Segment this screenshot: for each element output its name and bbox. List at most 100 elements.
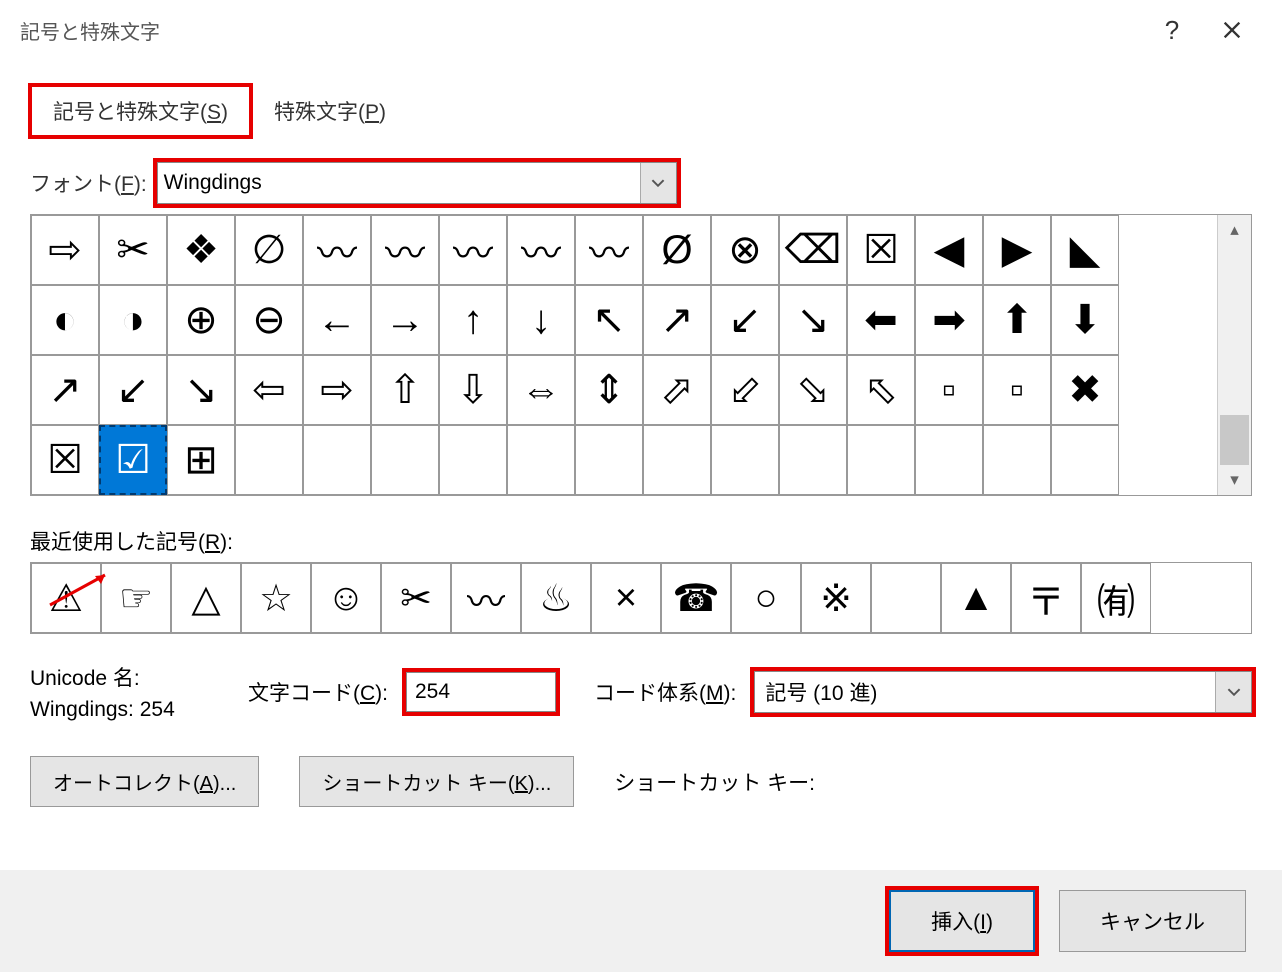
scroll-thumb[interactable]	[1220, 415, 1249, 465]
recent-symbol-cell[interactable]: 〰	[451, 563, 521, 633]
symbol-cell[interactable]: ▶	[983, 215, 1051, 285]
symbol-cell[interactable]: 〰	[507, 215, 575, 285]
symbol-cell[interactable]: 〰	[575, 215, 643, 285]
symbol-cell[interactable]: ⬂	[779, 355, 847, 425]
symbol-cell[interactable]: ◑	[99, 285, 167, 355]
symbol-cell[interactable]: ←	[303, 285, 371, 355]
symbol-cell[interactable]	[711, 425, 779, 495]
codesys-select[interactable]: 記号 (10 進)	[754, 671, 1252, 713]
symbol-cell[interactable]: ▫	[983, 355, 1051, 425]
symbol-cell[interactable]: ∅	[235, 215, 303, 285]
symbol-cell[interactable]: ⬀	[643, 355, 711, 425]
symbol-cell[interactable]: ↘	[779, 285, 847, 355]
symbol-cell[interactable]: ↖	[575, 285, 643, 355]
symbol-cell[interactable]: ◐	[31, 285, 99, 355]
symbol-cell[interactable]: ⇧	[371, 355, 439, 425]
symbol-cell[interactable]	[235, 425, 303, 495]
scroll-down-icon[interactable]: ▾	[1218, 465, 1251, 495]
symbol-cell[interactable]	[371, 425, 439, 495]
symbol-cell[interactable]: 〰	[303, 215, 371, 285]
recent-symbol-cell[interactable]	[871, 563, 941, 633]
tabs: 記号と特殊文字(S) 特殊文字(P)	[30, 85, 1252, 137]
recent-symbol-cell[interactable]: ☎	[661, 563, 731, 633]
tab-special-chars[interactable]: 特殊文字(P)	[251, 85, 409, 137]
symbol-cell[interactable]: ⬇	[1051, 285, 1119, 355]
symbol-cell[interactable]: ⇨	[303, 355, 371, 425]
help-button[interactable]: ?	[1142, 5, 1202, 55]
scroll-up-icon[interactable]: ▴	[1218, 215, 1251, 245]
symbol-cell[interactable]	[643, 425, 711, 495]
symbol-cell[interactable]: ▫	[915, 355, 983, 425]
symbol-cell[interactable]: ⊗	[711, 215, 779, 285]
recent-symbol-cell[interactable]: ○	[731, 563, 801, 633]
symbol-grid-container: ⇨✂❖∅〰〰〰〰〰Ø⊗⌫☒◀▶◣◐◑⊕⊖←→↑↓↖↗↙↘⬅➡⬆⬇↗↙↘⇦⇨⇧⇩⇔…	[30, 214, 1252, 496]
cancel-button[interactable]: キャンセル	[1059, 890, 1246, 952]
symbol-cell[interactable]: ☒	[847, 215, 915, 285]
autocorrect-button[interactable]: オートコレクト(A)...	[30, 756, 259, 807]
symbol-cell[interactable]: ⬅	[847, 285, 915, 355]
symbol-cell[interactable]: ⊕	[167, 285, 235, 355]
recent-symbol-cell[interactable]: ×	[591, 563, 661, 633]
symbol-cell[interactable]	[303, 425, 371, 495]
symbol-cell[interactable]: 〰	[371, 215, 439, 285]
recent-symbol-cell[interactable]: ☺	[311, 563, 381, 633]
symbol-cell[interactable]: ↙	[711, 285, 779, 355]
symbol-cell[interactable]: ⇩	[439, 355, 507, 425]
symbol-cell[interactable]: ⬆	[983, 285, 1051, 355]
charcode-label: 文字コード(C):	[248, 677, 388, 707]
symbol-cell[interactable]	[779, 425, 847, 495]
recent-symbol-cell[interactable]: 〒	[1011, 563, 1081, 633]
symbol-cell[interactable]	[575, 425, 643, 495]
vertical-scrollbar[interactable]: ▴ ▾	[1217, 215, 1251, 495]
symbol-cell[interactable]: ➡	[915, 285, 983, 355]
symbol-cell[interactable]: ⊖	[235, 285, 303, 355]
recent-symbol-cell[interactable]: △	[171, 563, 241, 633]
symbol-cell[interactable]: ❖	[167, 215, 235, 285]
symbol-cell[interactable]	[915, 425, 983, 495]
symbol-cell[interactable]: ↓	[507, 285, 575, 355]
recent-symbol-cell[interactable]: ※	[801, 563, 871, 633]
symbol-cell[interactable]	[1051, 425, 1119, 495]
symbol-cell[interactable]: ⌫	[779, 215, 847, 285]
symbol-cell[interactable]: ⊞	[167, 425, 235, 495]
recent-symbol-cell[interactable]: ✂	[381, 563, 451, 633]
symbol-cell[interactable]	[983, 425, 1051, 495]
charcode-input[interactable]	[406, 672, 556, 712]
symbol-cell[interactable]: ↘	[167, 355, 235, 425]
symbol-cell[interactable]: ✖	[1051, 355, 1119, 425]
symbol-cell[interactable]	[847, 425, 915, 495]
recent-symbol-cell[interactable]: ☆	[241, 563, 311, 633]
recent-symbol-cell[interactable]: ▲	[941, 563, 1011, 633]
recent-symbol-cell[interactable]: ㈲	[1081, 563, 1151, 633]
symbol-cell[interactable]: 〰	[439, 215, 507, 285]
symbol-cell[interactable]: Ø	[643, 215, 711, 285]
symbol-cell[interactable]: ◣	[1051, 215, 1119, 285]
recent-symbol-cell[interactable]: ☞	[101, 563, 171, 633]
symbol-cell[interactable]: ⇨	[31, 215, 99, 285]
symbol-cell[interactable]: ☑	[99, 425, 167, 495]
symbol-cell[interactable]: ⬁	[847, 355, 915, 425]
symbol-cell[interactable]: ↙	[99, 355, 167, 425]
close-button[interactable]	[1202, 5, 1262, 55]
symbol-cell[interactable]: ⇔	[507, 355, 575, 425]
recent-symbol-cell[interactable]: ♨	[521, 563, 591, 633]
symbol-cell[interactable]: ☒	[31, 425, 99, 495]
symbol-cell[interactable]: ✂	[99, 215, 167, 285]
symbol-cell[interactable]	[507, 425, 575, 495]
tab-symbols[interactable]: 記号と特殊文字(S)	[30, 85, 251, 137]
symbol-dialog: 記号と特殊文字 ? 記号と特殊文字(S) 特殊文字(P) フォント(F): Wi…	[0, 0, 1282, 972]
symbol-cell[interactable]: ◀	[915, 215, 983, 285]
symbol-cell[interactable]: ↑	[439, 285, 507, 355]
recent-symbol-cell[interactable]: ⚠	[31, 563, 101, 633]
chevron-down-icon	[640, 163, 676, 203]
symbol-cell[interactable]: ⇦	[235, 355, 303, 425]
symbol-cell[interactable]: ↗	[643, 285, 711, 355]
symbol-cell[interactable]	[439, 425, 507, 495]
symbol-cell[interactable]: ↗	[31, 355, 99, 425]
insert-button[interactable]: 挿入(I)	[889, 890, 1035, 952]
symbol-cell[interactable]: ⬃	[711, 355, 779, 425]
shortcutkey-button[interactable]: ショートカット キー(K)...	[299, 756, 574, 807]
symbol-cell[interactable]: →	[371, 285, 439, 355]
font-select[interactable]: Wingdings	[157, 162, 677, 204]
symbol-cell[interactable]: ⇕	[575, 355, 643, 425]
